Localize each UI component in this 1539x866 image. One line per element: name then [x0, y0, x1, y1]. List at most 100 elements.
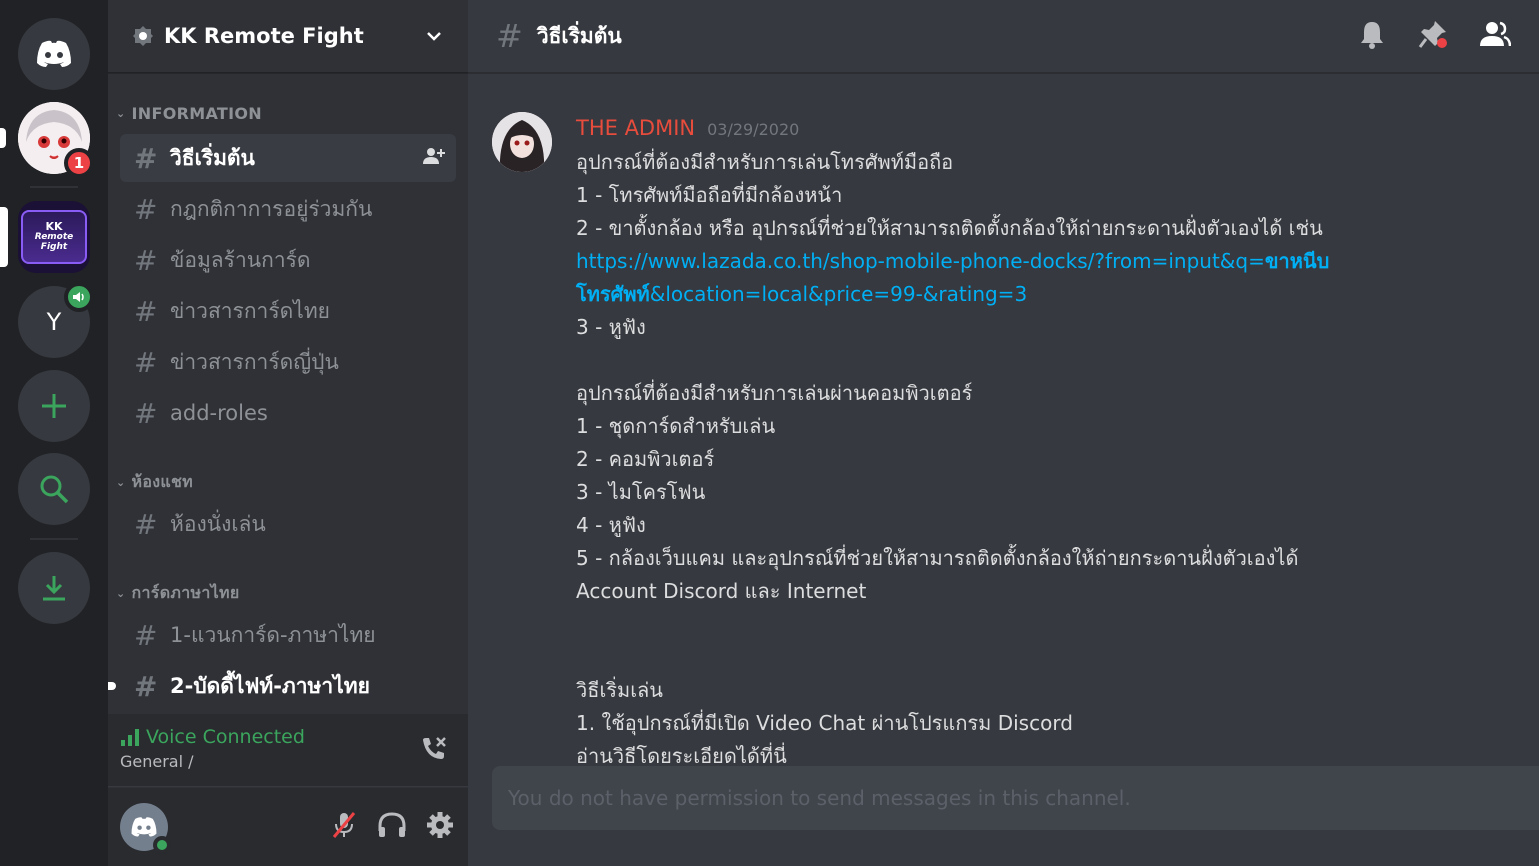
- message-body: THE ADMIN 03/29/2020 อุปกรณ์ที่ต้องมีสำห…: [576, 112, 1376, 773]
- message-line: 1 - ชุดการ์ดสำหรับเล่น: [576, 414, 776, 438]
- add-user-icon[interactable]: [422, 146, 446, 171]
- message-line: [576, 344, 1376, 377]
- pinned-messages-button[interactable]: [1417, 18, 1449, 54]
- category-label: ห้องแชท: [131, 472, 194, 491]
- voice-channel-name[interactable]: General /: [120, 752, 456, 771]
- channel-item[interactable]: # ข่าวสารการ์ดไทย: [120, 287, 456, 335]
- member-list-button[interactable]: [1479, 19, 1512, 53]
- channel-label: 1-แวนการ์ด-ภาษาไทย: [170, 622, 376, 647]
- bell-icon: [1361, 22, 1383, 49]
- message-line: 3 - หูฟัง: [576, 315, 646, 339]
- hash-icon: #: [134, 141, 158, 175]
- channel-item[interactable]: # กฎกติกาการอยู่ร่วมกัน: [120, 185, 456, 233]
- channel-item[interactable]: # add-roles: [120, 389, 456, 437]
- server-badge-icon: [133, 26, 153, 46]
- guild-header[interactable]: KK Remote Fight: [108, 0, 468, 73]
- category-information[interactable]: ⌄ INFORMATION: [116, 104, 262, 123]
- mute-button[interactable]: [328, 809, 360, 845]
- members-icon: [1480, 21, 1512, 47]
- message-line: วิธีเริ่มเล่น: [576, 678, 663, 702]
- download-icon: [43, 576, 65, 601]
- channel-item[interactable]: # 1-แวนการ์ด-ภาษาไทย: [120, 611, 456, 659]
- microphone-muted-icon: [332, 812, 356, 838]
- channel-label: ข่าวสารการ์ดญี่ปุ่น: [170, 349, 339, 374]
- message-line: 1 - โทรศัพท์มือถือที่มีกล้องหน้า: [576, 183, 843, 207]
- channel-label: add-roles: [170, 401, 268, 425]
- explore-servers-button[interactable]: [18, 453, 90, 525]
- voice-status-label: Voice Connected: [146, 726, 305, 748]
- link-text: https://www.lazada.co.th/shop-mobile-pho…: [576, 249, 1265, 273]
- signal-icon: [121, 729, 139, 746]
- server-rail: 1 KK Remote Fight Y: [0, 0, 108, 866]
- hash-icon: #: [134, 507, 158, 541]
- main-content: # วิธีเริ่มต้น THE ADMIN 03/29/2020 อุปก…: [468, 0, 1539, 866]
- message-line: 2 - คอมพิวเตอร์: [576, 447, 715, 471]
- pin-icon: [1418, 21, 1447, 48]
- channel-item[interactable]: # วิธีเริ่มต้น: [120, 134, 456, 182]
- message-author[interactable]: THE ADMIN: [576, 112, 695, 145]
- composer-placeholder: You do not have permission to send messa…: [508, 786, 1131, 810]
- message-link[interactable]: https://www.lazada.co.th/shop-mobile-pho…: [576, 245, 1376, 311]
- message-line: 2 - ขาตั้งกล้อง หรือ อุปกรณ์ที่ช่วยให้สา…: [576, 216, 1323, 240]
- notification-settings-button[interactable]: [1357, 19, 1387, 53]
- kk-logo-text: KK: [45, 220, 63, 233]
- message-line: อุปกรณ์ที่ต้องมีสำหรับการเล่นโทรศัพท์มือ…: [576, 150, 954, 174]
- message-line: 1. ใช้อุปกรณ์ที่มีเปิด Video Chat ผ่านโป…: [576, 711, 1073, 735]
- kk-logo: KK Remote Fight: [21, 210, 87, 264]
- channel-sidebar: KK Remote Fight ⌄ INFORMATION # วิธีเริ่…: [108, 0, 468, 866]
- channel-item[interactable]: # ข่าวสารการ์ดญี่ปุ่น: [120, 338, 456, 386]
- home-button[interactable]: [18, 18, 90, 90]
- voice-status[interactable]: Voice Connected: [120, 726, 456, 748]
- message-line: [576, 608, 1376, 641]
- phone-hangup-icon: [423, 737, 446, 759]
- disconnect-button[interactable]: [418, 734, 448, 768]
- link-text-bold: ขาหนีบ: [1264, 249, 1330, 273]
- channel-label: ข่าวสารการ์ดไทย: [170, 298, 330, 323]
- hash-icon: #: [134, 396, 158, 430]
- category-chat[interactable]: ⌄ ห้องแชท: [116, 470, 193, 495]
- channel-item[interactable]: # 2-บัดดี้ไฟท์-ภาษาไทย: [108, 662, 456, 710]
- hash-icon: #: [134, 192, 158, 226]
- message-composer[interactable]: You do not have permission to send messa…: [492, 766, 1539, 830]
- channel-item[interactable]: # ข้อมูลร้านการ์ด: [120, 236, 456, 284]
- message-line: 3 - ไมโครโฟน: [576, 480, 706, 504]
- search-icon: [40, 475, 69, 504]
- server-avatar-anime[interactable]: 1: [18, 102, 94, 178]
- category-label: INFORMATION: [131, 104, 262, 123]
- kk-logo-text: Remote: [34, 232, 74, 242]
- anime-avatar-icon: [492, 112, 552, 172]
- gear-icon: [427, 812, 453, 838]
- download-apps-button[interactable]: [18, 552, 90, 624]
- deafen-button[interactable]: [376, 809, 408, 845]
- channel-label: วิธีเริ่มต้น: [170, 145, 255, 170]
- channel-item[interactable]: # ห้องนั่งเล่น: [120, 500, 456, 548]
- message-line: Account Discord และ Internet: [576, 579, 867, 603]
- server-kk-remote-fight[interactable]: KK Remote Fight: [18, 201, 90, 273]
- hash-icon: #: [134, 618, 158, 652]
- settings-button[interactable]: [424, 809, 456, 845]
- chevron-down-icon: ⌄: [116, 587, 126, 600]
- chevron-down-icon: [427, 32, 441, 41]
- headphones-icon: [378, 812, 406, 837]
- category-thai-cards[interactable]: ⌄ การ์ดภาษาไทย: [116, 581, 240, 606]
- chevron-down-icon: ⌄: [116, 107, 126, 120]
- discord-logo-icon: [131, 817, 157, 837]
- channel-label: 2-บัดดี้ไฟท์-ภาษาไทย: [170, 673, 370, 698]
- notification-badge: 1: [64, 148, 94, 178]
- message-line: [576, 641, 1376, 674]
- add-server-button[interactable]: [18, 370, 90, 442]
- avatar[interactable]: [120, 803, 171, 854]
- message-line: 4 - หูฟัง: [576, 513, 646, 537]
- page-title: วิธีเริ่มต้น: [536, 23, 622, 48]
- avatar[interactable]: [492, 112, 552, 172]
- hash-icon: #: [134, 345, 158, 379]
- message-line: 5 - กล้องเว็บแคม และอุปกรณ์ที่ช่วยให้สาม…: [576, 546, 1299, 570]
- channel-header: # วิธีเริ่มต้น: [468, 0, 1539, 73]
- channel-label: กฎกติกาการอยู่ร่วมกัน: [170, 196, 373, 221]
- online-status-dot: [153, 836, 171, 854]
- voice-panel: Voice Connected General /: [108, 714, 468, 787]
- channel-label: ข้อมูลร้านการ์ด: [170, 247, 311, 272]
- server-y-letter: Y: [46, 308, 62, 336]
- category-label: การ์ดภาษาไทย: [131, 583, 240, 602]
- server-y[interactable]: Y: [18, 282, 94, 358]
